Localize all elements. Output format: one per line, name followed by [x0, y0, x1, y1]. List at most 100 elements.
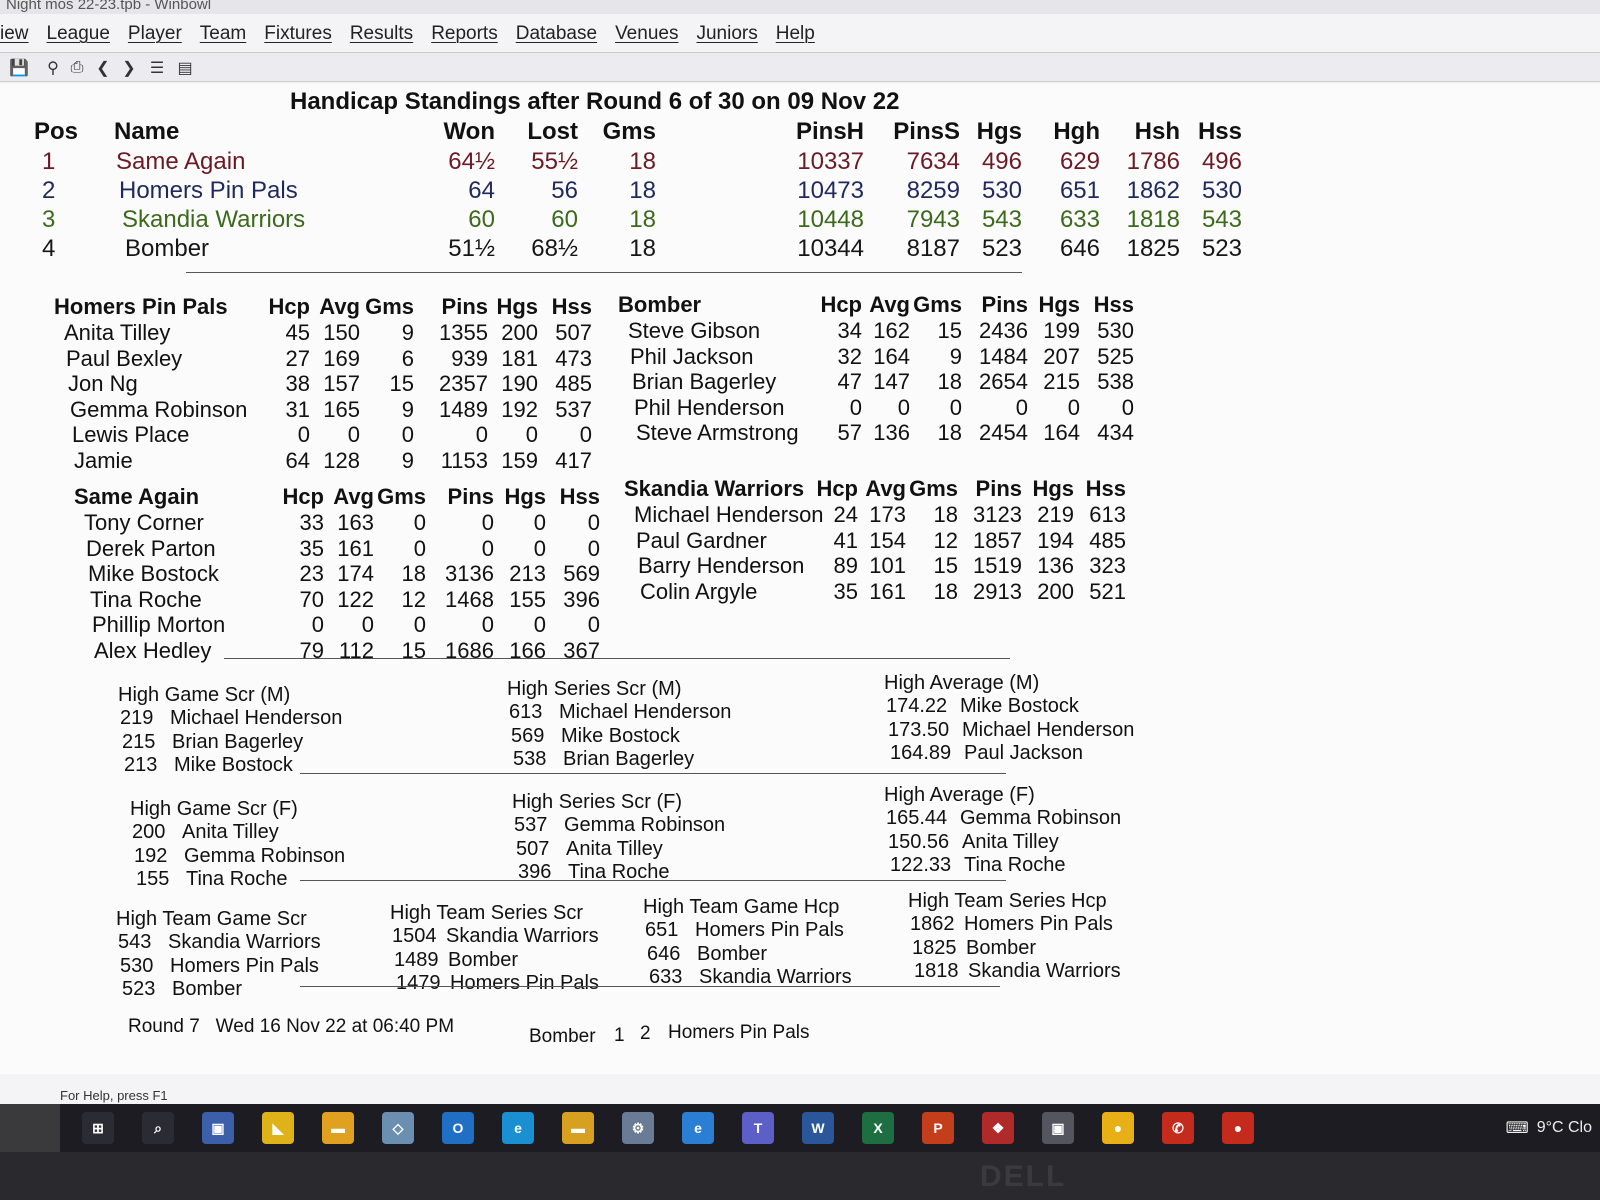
high-score-name: Gemma Robinson	[960, 807, 1122, 829]
high-score-name: Michael Henderson	[559, 701, 732, 723]
player-stat: 367	[563, 637, 600, 663]
menu-league[interactable]: League	[47, 18, 110, 50]
standings-team-name: Bomber	[125, 235, 210, 262]
application-window: Night mos 22-23.tpb - Winbowl iew League P…	[0, 0, 1600, 1104]
menu-reports[interactable]: Reports	[431, 18, 498, 50]
player-name: Tony Corner	[84, 510, 204, 535]
menu-bar: iew League Player Team Fixtures Results Report…	[0, 18, 815, 50]
high-score-title: High Series Scr (F)	[512, 791, 683, 813]
standings-cell: 530	[1201, 177, 1242, 204]
search-icon[interactable]: ⌕	[142, 1112, 174, 1144]
menu-player[interactable]: Player	[128, 18, 182, 50]
player-stat: 538	[1097, 369, 1134, 394]
start-icon[interactable]: ⊞	[82, 1112, 114, 1144]
back-icon[interactable]: ❮	[92, 57, 114, 79]
menu-help[interactable]: Help	[776, 18, 815, 50]
player-stat: 9	[401, 320, 414, 345]
high-score-value: 507	[516, 837, 550, 860]
menu-fixtures[interactable]: Fixtures	[264, 18, 332, 50]
player-stat: 434	[1097, 420, 1134, 445]
keyboard-icon[interactable]: ⌨	[1506, 1118, 1529, 1138]
standings-cell: 496	[1201, 148, 1242, 175]
app-icon[interactable]: ▣	[202, 1112, 234, 1144]
high-score-title: High Team Game Hcp	[643, 896, 840, 918]
player-stat: 323	[1089, 553, 1126, 578]
high-score-name: Brian Bagerley	[563, 748, 695, 770]
menu-venues[interactable]: Venues	[615, 18, 678, 50]
fixture-lane: 2	[640, 1023, 651, 1044]
file-explorer-icon[interactable]: ▬	[322, 1112, 354, 1144]
high-score-name: Michael Henderson	[962, 718, 1135, 741]
menu-results[interactable]: Results	[350, 18, 413, 50]
app-icon[interactable]: ●	[1222, 1112, 1254, 1144]
chrome-icon[interactable]: ●	[1102, 1112, 1134, 1144]
player-stat: 485	[1089, 527, 1126, 553]
menu-database[interactable]: Database	[516, 18, 597, 50]
high-score-value: 213	[124, 754, 158, 776]
standings-cell: 18	[629, 206, 656, 233]
monitor-brand-logo: DELL	[980, 1160, 1067, 1193]
system-tray: ⌨ 9°C Clo	[1506, 1104, 1600, 1152]
ie-icon[interactable]: e	[682, 1112, 714, 1144]
high-score-name: Anita Tilley	[566, 837, 663, 860]
player-stat: 525	[1097, 343, 1134, 369]
high-score-value: 543	[118, 931, 152, 953]
teams-icon[interactable]: T	[742, 1112, 774, 1144]
player-name: Anita Tilley	[64, 320, 171, 345]
excel-icon[interactable]: X	[862, 1112, 894, 1144]
high-score-name: Homers Pin Pals	[170, 954, 319, 977]
save-icon[interactable]: 💾	[8, 57, 30, 79]
menu-juniors[interactable]: Juniors	[696, 18, 757, 50]
player-stat: 473	[555, 345, 592, 371]
app-icon[interactable]: ◇	[382, 1112, 414, 1144]
app-icon[interactable]: ❖	[982, 1112, 1014, 1144]
powerpoint-icon[interactable]: P	[922, 1112, 954, 1144]
high-score-name: Bomber	[966, 936, 1037, 959]
player-stat: 613	[1089, 502, 1126, 527]
print-icon[interactable]: ⎙	[66, 57, 88, 79]
standings-header-gms: Gms	[602, 118, 656, 145]
player-stat: 0	[587, 510, 600, 535]
team-roster-title: Same Again	[74, 484, 200, 509]
high-score-title: High Team Game Scr	[116, 908, 307, 930]
menu-iew[interactable]: iew	[0, 18, 29, 50]
list-icon[interactable]: ☰	[146, 57, 168, 79]
standings-header-hss: Hss	[1197, 118, 1242, 145]
high-score-value: 192	[134, 844, 168, 867]
team-roster-title: Bomber	[618, 292, 702, 317]
word-icon[interactable]: W	[802, 1112, 834, 1144]
high-score-name: Bomber	[448, 948, 519, 971]
high-score-value: 122.33	[890, 854, 952, 876]
window-title: Night mos 22-23.tpb - Winbowl	[0, 0, 1600, 14]
edge-icon[interactable]: e	[502, 1112, 534, 1144]
high-score-value: 523	[122, 978, 156, 1000]
app-icon[interactable]: ▣	[1042, 1112, 1074, 1144]
outlook-icon[interactable]: O	[442, 1112, 474, 1144]
weather-widget[interactable]: 9°C Clo	[1537, 1119, 1592, 1137]
high-score-value: 173.50	[888, 718, 950, 741]
player-name: Steve Armstrong	[636, 420, 799, 445]
menu-team[interactable]: Team	[200, 18, 246, 50]
standings-cell: 543	[1201, 206, 1242, 233]
app-icon[interactable]: ▬	[562, 1112, 594, 1144]
player-stat: 15	[389, 371, 414, 396]
fixture-lane: 1	[614, 1024, 625, 1046]
app-icon[interactable]: ⚙	[622, 1112, 654, 1144]
preview-icon[interactable]: ⚲	[42, 57, 64, 79]
high-score-name: Brian Bagerley	[172, 730, 304, 753]
monitor-bezel: DELL	[0, 1152, 1600, 1200]
notes-icon[interactable]: ◣	[262, 1112, 294, 1144]
player-name: Phillip Morton	[92, 612, 226, 637]
high-score-value: 537	[514, 814, 548, 836]
high-score-title: High Series Scr (M)	[507, 678, 682, 700]
high-score-value: 200	[132, 821, 166, 843]
standings-cell: 523	[1201, 235, 1242, 262]
forward-icon[interactable]: ❯	[118, 57, 140, 79]
player-name: Colin Argyle	[640, 578, 758, 604]
acrobat-icon[interactable]: ✆	[1162, 1112, 1194, 1144]
player-stat: 0	[1121, 394, 1134, 420]
report-icon[interactable]: ▤	[174, 57, 196, 79]
player-stat: 0	[579, 422, 592, 447]
standings-cell: 10448	[797, 206, 864, 233]
divider	[300, 880, 1006, 881]
